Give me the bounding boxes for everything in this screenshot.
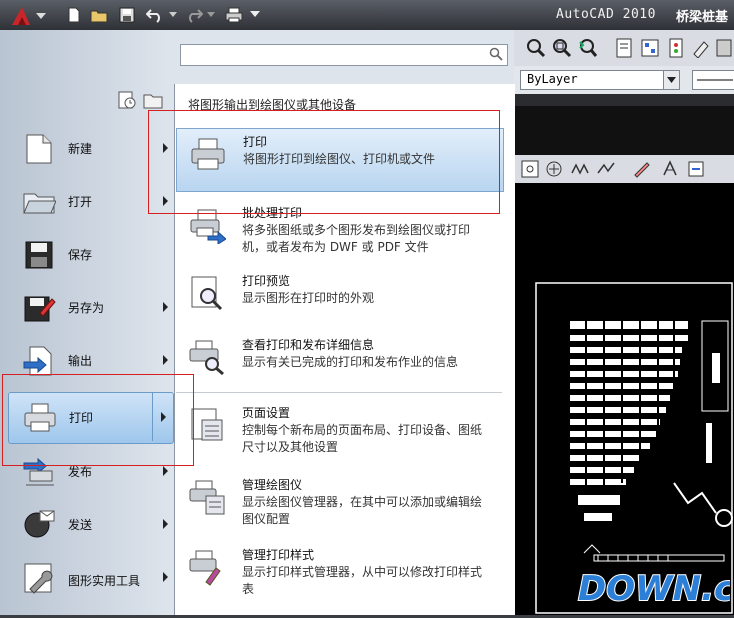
submenu-item-title: 管理绘图仪 bbox=[242, 478, 303, 492]
print-icon[interactable] bbox=[224, 6, 244, 24]
draw-toolbar bbox=[514, 155, 734, 184]
send-icon bbox=[24, 510, 55, 538]
submenu-item-description: 显示图形在打印时的外观 bbox=[242, 291, 375, 305]
properties-icon[interactable] bbox=[614, 38, 634, 58]
plot-preview-icon bbox=[191, 276, 223, 311]
save-as-icon bbox=[24, 296, 56, 322]
submenu-item-title: 管理打印样式 bbox=[242, 548, 315, 562]
undo-dropdown-icon[interactable] bbox=[168, 6, 178, 24]
open-folder-icon[interactable] bbox=[89, 6, 109, 24]
app-title: AutoCAD 2010 bbox=[556, 7, 656, 22]
submenu-item-description: 显示绘图仪管理器，在其中可以添加或编辑绘图仪配置 bbox=[242, 495, 483, 526]
drawing-canvas[interactable] bbox=[514, 183, 734, 615]
menu-item-label: 发送 bbox=[68, 518, 93, 532]
menu-item-send[interactable]: 发送 bbox=[8, 500, 172, 550]
dimension-text-icon[interactable] bbox=[660, 159, 680, 179]
jogged-dimension-icon[interactable] bbox=[596, 159, 616, 179]
submenu-item-manage-plot-styles[interactable]: 管理打印样式 显示打印样式管理器，从中可以修改打印样式表 bbox=[176, 542, 502, 604]
submenu-arrow-icon bbox=[163, 355, 168, 365]
standard-toolbar bbox=[514, 30, 734, 67]
new-doc-icon[interactable] bbox=[64, 6, 84, 24]
submenu-item-description: 将多张图纸或多个图形发布到绘图仪或打印机，或者发布为 DWF 或 PDF 文件 bbox=[242, 223, 471, 254]
markup-icon[interactable] bbox=[692, 38, 712, 58]
quick-access-dropdown-icon[interactable] bbox=[248, 6, 262, 24]
lineweight-sample[interactable] bbox=[692, 70, 734, 90]
recent-documents-icon bbox=[118, 91, 136, 109]
submenu-item-page-setup[interactable]: 页面设置 控制每个新布局的页面布局、打印设备、图纸尺寸以及其他设置 bbox=[176, 400, 502, 462]
new-document-icon bbox=[26, 134, 52, 164]
submenu-item-description: 显示打印样式管理器，从中可以修改打印样式表 bbox=[242, 565, 483, 596]
watermark-logo-icon: DOWN.cc bbox=[577, 568, 734, 610]
watermark-text: DOWN.cc bbox=[578, 569, 730, 609]
manage-plot-styles-icon bbox=[189, 550, 221, 586]
linetype-dropdown[interactable]: ByLayer bbox=[520, 70, 680, 90]
menu-item-label: 另存为 bbox=[68, 301, 105, 315]
manage-plotters-icon bbox=[189, 480, 225, 515]
submenu-item-description: 显示有关已完成的打印和发布作业的信息 bbox=[242, 355, 459, 369]
submenu-arrow-icon bbox=[163, 466, 168, 476]
submenu-item-plot-details[interactable]: 查看打印和发布详细信息 显示有关已完成的打印和发布作业的信息 bbox=[176, 332, 502, 388]
submenu-item-title: 页面设置 bbox=[242, 406, 291, 420]
calculator-icon[interactable] bbox=[714, 38, 734, 58]
menu-item-save[interactable]: 保存 bbox=[8, 230, 172, 280]
drawing-content bbox=[535, 282, 733, 614]
submenu-arrow-icon bbox=[163, 302, 168, 312]
canvas-upper bbox=[514, 106, 734, 155]
save-icon[interactable] bbox=[117, 6, 137, 24]
application-menu-button[interactable] bbox=[8, 3, 50, 29]
submenu-item-title: 打印预览 bbox=[242, 274, 291, 288]
submenu-item-manage-plotters[interactable]: 管理绘图仪 显示绘图仪管理器，在其中可以添加或编辑绘图仪配置 bbox=[176, 472, 502, 534]
export-icon bbox=[23, 346, 52, 376]
tool-palettes-icon[interactable] bbox=[666, 38, 686, 58]
chevron-down-icon[interactable] bbox=[663, 71, 679, 89]
search-icon bbox=[489, 47, 503, 64]
dimension-update-icon[interactable] bbox=[686, 159, 706, 179]
design-center-icon[interactable] bbox=[640, 38, 660, 58]
menu-item-label: 新建 bbox=[68, 142, 93, 156]
open-folder-icon bbox=[23, 193, 56, 214]
edit-dimension-icon[interactable] bbox=[632, 159, 652, 179]
save-disk-icon bbox=[25, 241, 53, 269]
submenu-item-description: 控制每个新布局的页面布局、打印设备、图纸尺寸以及其他设置 bbox=[242, 423, 483, 454]
menu-search-input[interactable] bbox=[180, 44, 508, 66]
zoom-realtime-icon[interactable] bbox=[526, 38, 546, 58]
undo-icon[interactable] bbox=[145, 6, 165, 24]
menu-item-drawing-utilities[interactable]: 图形实用工具 bbox=[8, 553, 172, 609]
autocad-logo-icon bbox=[12, 7, 46, 25]
submenu-item-title: 查看打印和发布详细信息 bbox=[242, 338, 375, 352]
submenu-arrow-icon bbox=[163, 519, 168, 529]
open-documents-icon bbox=[143, 94, 163, 109]
recent-documents-button[interactable] bbox=[116, 90, 138, 110]
zoom-previous-icon[interactable] bbox=[578, 38, 598, 58]
plot-details-icon bbox=[189, 340, 224, 376]
redo-icon[interactable] bbox=[184, 6, 204, 24]
open-documents-button[interactable] bbox=[142, 90, 164, 110]
menu-item-save-as[interactable]: 另存为 bbox=[8, 283, 172, 333]
menu-item-label: 打开 bbox=[68, 195, 93, 209]
canvas-tab-strip bbox=[514, 94, 734, 106]
insert-block-icon[interactable] bbox=[520, 159, 540, 179]
submenu-arrow-icon bbox=[163, 572, 168, 582]
document-title: 桥梁桩基 bbox=[676, 10, 729, 25]
linetype-value: ByLayer bbox=[527, 72, 578, 86]
submenu-item-plot-preview[interactable]: 打印预览 显示图形在打印时的外观 bbox=[176, 268, 502, 324]
center-mark-icon[interactable] bbox=[544, 159, 564, 179]
menu-item-label: 保存 bbox=[68, 248, 93, 262]
tolerance-icon[interactable] bbox=[570, 159, 590, 179]
menu-item-label: 图形实用工具 bbox=[68, 574, 141, 588]
submenu-divider bbox=[176, 392, 502, 393]
annotation-box-print-submenu bbox=[148, 110, 500, 214]
redo-dropdown-icon[interactable] bbox=[206, 6, 216, 24]
annotation-box-print-command bbox=[2, 374, 194, 466]
zoom-window-icon[interactable] bbox=[552, 38, 572, 58]
wrench-icon bbox=[24, 563, 53, 594]
watermark-logo: DOWN.cc bbox=[574, 566, 734, 610]
